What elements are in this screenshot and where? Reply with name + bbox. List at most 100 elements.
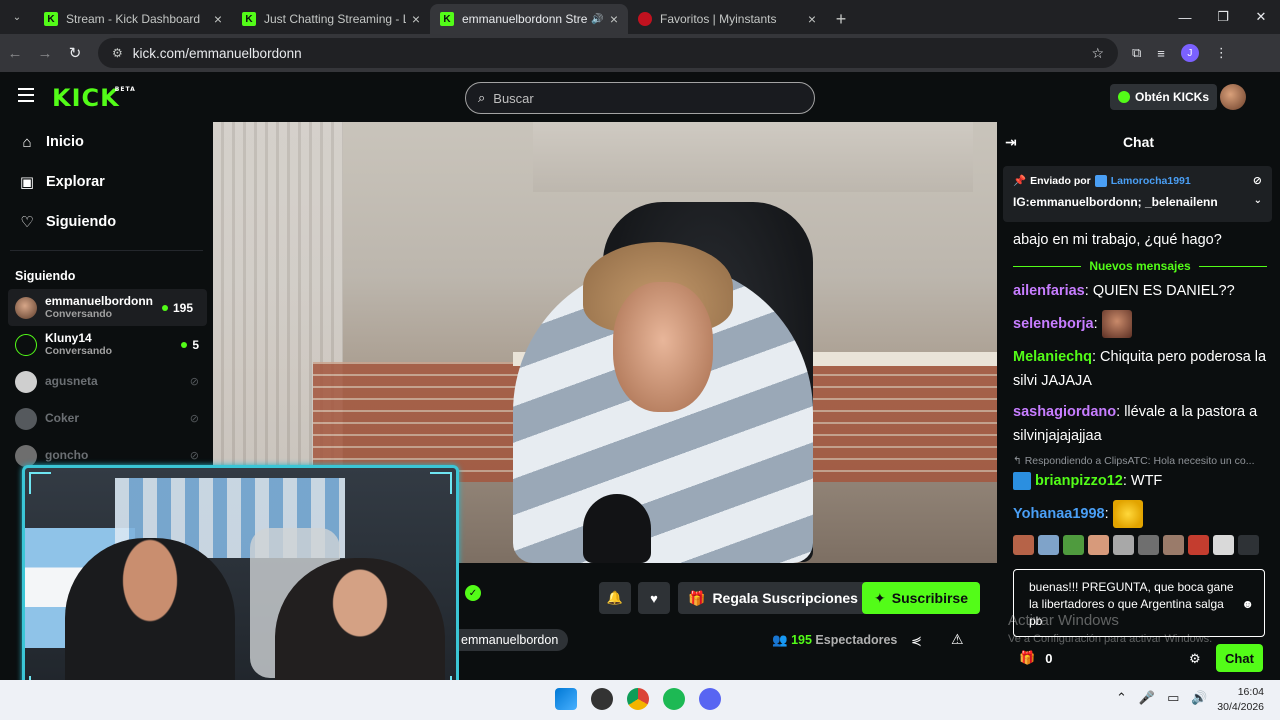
chat-message: sashagiordano: llévale a la pastora a si…: [1013, 404, 1258, 444]
user-avatar[interactable]: [1220, 84, 1246, 110]
emote-image[interactable]: [1113, 535, 1134, 555]
get-kicks-button[interactable]: Obtén KICKs: [1110, 84, 1218, 110]
windows-taskbar: ⌃ 🎤 ▭ 🔊 16:04 30/4/2026: [0, 680, 1280, 720]
frame-corner: [29, 472, 51, 494]
chat-message: abajo en mi trabajo, ¿qué hago?: [1013, 232, 1222, 248]
emote-image[interactable]: [1163, 535, 1184, 555]
microphone-icon[interactable]: 🎤: [1139, 690, 1155, 706]
emote-image[interactable]: [1063, 535, 1084, 555]
reload-icon[interactable]: ↻: [60, 44, 90, 62]
channel-tag[interactable]: emmanuelbordon: [459, 629, 569, 651]
stream-info-bar: ✓ 🔔 ♥ 🎁 Regala Suscripciones ✦ Suscribir…: [459, 563, 997, 680]
heart-icon: ♡: [20, 214, 34, 231]
close-tab-icon[interactable]: ×: [412, 11, 420, 27]
site-info-icon[interactable]: ⚙: [112, 46, 123, 60]
followed-channel[interactable]: Coker ⊘: [0, 400, 213, 437]
speaker-icon[interactable]: 🔊: [591, 14, 603, 25]
followed-channel[interactable]: emmanuelbordonn Conversando 195: [8, 289, 207, 326]
avatar: [15, 407, 37, 430]
taskbar-clock[interactable]: 16:04 30/4/2026: [1217, 685, 1264, 715]
webcam-overlay: [22, 465, 459, 705]
kicks-coin-icon: [1118, 91, 1130, 103]
subscribe-button[interactable]: ✦ Suscribirse: [862, 582, 980, 614]
collapse-chat-icon[interactable]: ⇥: [1005, 134, 1017, 151]
browser-tab[interactable]: K Stream - Kick Dashboard ×: [34, 4, 232, 34]
avatar: [15, 370, 37, 393]
nav-home[interactable]: ⌂ Inicio: [0, 122, 213, 162]
discord-icon[interactable]: [699, 688, 721, 710]
browser-tab[interactable]: Favoritos | Myinstants ×: [628, 4, 826, 34]
chat-settings-icon[interactable]: ⚙: [1189, 651, 1201, 667]
new-tab-button[interactable]: +: [826, 4, 856, 34]
user-badge-icon: [1094, 174, 1107, 187]
tray-expand-icon[interactable]: ⌃: [1116, 690, 1127, 706]
close-tab-icon[interactable]: ×: [610, 11, 618, 27]
notifications-button[interactable]: 🔔: [599, 582, 631, 614]
gift-icon: 🎁: [1019, 650, 1036, 665]
offline-icon: ⊘: [189, 376, 199, 388]
new-messages-divider[interactable]: Nuevos mensajes: [1013, 259, 1267, 273]
followed-channel[interactable]: agusneta ⊘: [0, 363, 213, 400]
restore-icon[interactable]: ❐: [1204, 0, 1242, 34]
volume-icon[interactable]: 🔊: [1191, 690, 1207, 706]
send-chat-button[interactable]: Chat: [1216, 644, 1263, 672]
reply-context[interactable]: ↰ Respondiendo a ClipsATC: Hola necesito…: [1013, 455, 1267, 467]
close-tab-icon[interactable]: ×: [808, 11, 816, 27]
extensions-icon[interactable]: ⧉: [1132, 45, 1141, 61]
home-icon: ⌂: [22, 133, 32, 151]
avatar: [15, 444, 37, 467]
close-tab-icon[interactable]: ×: [214, 11, 222, 27]
chat-messages: abajo en mi trabajo, ¿qué hago? Nuevos m…: [1013, 228, 1267, 555]
emote-image[interactable]: [1013, 535, 1034, 555]
emoji-picker-icon[interactable]: ☻: [1241, 596, 1254, 613]
viewer-count: 5: [181, 338, 199, 352]
video-scene-face: [613, 282, 713, 412]
tab-search-dropdown[interactable]: ⌄: [0, 0, 34, 34]
profile-avatar[interactable]: J: [1180, 44, 1199, 62]
avatar: [15, 296, 37, 319]
back-icon[interactable]: ←: [0, 45, 30, 62]
frame-corner: [430, 472, 452, 494]
kick-logo[interactable]: KICK BETA: [52, 84, 135, 112]
nav-explore[interactable]: ▣ Explorar: [0, 162, 213, 202]
emote-image[interactable]: [1238, 535, 1259, 555]
chat-message: Melaniechq: Chiquita pero poderosa la si…: [1013, 349, 1267, 389]
windows-start-icon[interactable]: [555, 688, 577, 710]
minimize-icon[interactable]: —: [1166, 0, 1204, 34]
user-badge-icon: [1013, 472, 1031, 491]
close-window-icon[interactable]: ✕: [1242, 0, 1280, 34]
network-icon[interactable]: ▭: [1167, 690, 1179, 706]
url-field[interactable]: ⚙ kick.com/emmanuelbordonn ☆: [98, 38, 1118, 68]
bell-icon: 🔔: [606, 590, 624, 605]
hamburger-menu-icon[interactable]: [18, 88, 34, 102]
emote-image[interactable]: [1088, 535, 1109, 555]
follow-button[interactable]: ♥: [638, 582, 670, 614]
viewers-icon: 👥: [772, 633, 788, 647]
followed-channel[interactable]: Kluny14 Conversando 5: [0, 326, 213, 363]
viewer-count: 👥 195 Espectadores: [772, 633, 898, 647]
browser-tab[interactable]: K Just Chatting Streaming - Live S ×: [232, 4, 430, 34]
emote-image[interactable]: [1213, 535, 1234, 555]
search-input[interactable]: ⌕ Buscar: [465, 82, 815, 114]
report-icon[interactable]: ⚠: [951, 631, 964, 648]
obs-icon[interactable]: [591, 688, 613, 710]
emote-image[interactable]: [1138, 535, 1159, 555]
browser-tab-active[interactable]: K emmanuelbordonn Stream 🔊 ×: [430, 4, 628, 34]
offline-icon: ⊘: [189, 413, 199, 425]
myinstants-favicon-icon: [638, 12, 652, 26]
forward-icon[interactable]: →: [30, 45, 60, 62]
nav-following[interactable]: ♡ Siguiendo: [0, 202, 213, 242]
hide-pin-icon[interactable]: ⊘: [1253, 174, 1262, 187]
bookmark-star-icon[interactable]: ☆: [1091, 45, 1104, 62]
pinned-message[interactable]: 📌 Enviado por Lamorocha1991 ⊘ IG:emmanue…: [1003, 166, 1272, 222]
chevron-down-icon[interactable]: ⌄: [1254, 195, 1262, 209]
menu-dots-icon[interactable]: ⋮: [1215, 45, 1228, 61]
gift-subs-button[interactable]: 🎁 Regala Suscripciones: [678, 582, 868, 614]
chrome-icon[interactable]: [627, 688, 649, 710]
emote-image[interactable]: [1038, 535, 1059, 555]
media-control-icon[interactable]: ≡: [1157, 46, 1165, 61]
emote-image[interactable]: [1188, 535, 1209, 555]
kicks-gifts-button[interactable]: 🎁 0: [1019, 650, 1052, 666]
share-icon[interactable]: ⋞: [911, 633, 922, 649]
spotify-icon[interactable]: [663, 688, 685, 710]
